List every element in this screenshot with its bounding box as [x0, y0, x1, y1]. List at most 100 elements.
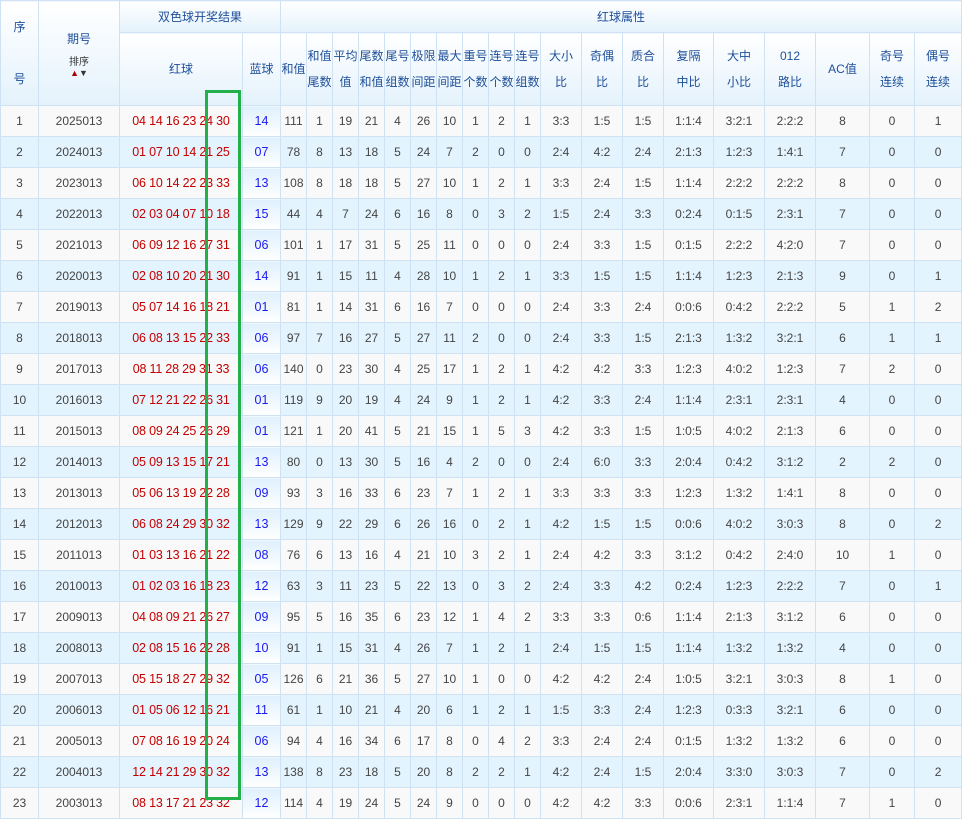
period-cell: 2010013 [38, 570, 120, 602]
attr-cell: 0 [914, 601, 962, 633]
attr-cell: 3:3 [581, 229, 624, 261]
period-cell: 2019013 [38, 291, 120, 323]
attr-cell: 2:1:3 [663, 136, 715, 168]
attr-cell: 114 [280, 787, 308, 819]
blue-ball-cell: 08 [241, 539, 282, 571]
attr-cell: 2 [462, 446, 490, 478]
attr-cell: 9 [436, 384, 464, 416]
header-attr-label: 奇偶 [590, 49, 615, 64]
seq-cell: 15 [0, 539, 39, 571]
attr-cell: 1:5 [622, 322, 665, 354]
attr-cell: 129 [280, 508, 308, 540]
red-balls-cell: 05 06 13 19 22 28 [119, 477, 243, 509]
attr-cell: 2:4 [622, 384, 665, 416]
attr-cell: 3:3 [581, 322, 624, 354]
red-balls-cell: 07 12 21 22 26 31 [119, 384, 243, 416]
attr-cell: 3:3 [540, 105, 583, 137]
attr-cell: 1 [306, 291, 334, 323]
attr-cell: 1 [514, 756, 542, 788]
sort-asc-icon[interactable]: ▲ [70, 68, 79, 78]
sort-desc-icon[interactable]: ▼ [79, 68, 88, 78]
attr-cell: 4:2 [540, 663, 583, 695]
table-row: 14 2012013 06 08 24 29 30 32 13 129 9 22 29 6 26 1… [0, 508, 962, 540]
attr-cell: 61 [280, 694, 308, 726]
attr-cell: 1 [914, 570, 962, 602]
header-attr-label: 连号 [515, 49, 540, 64]
attr-cell: 5 [306, 601, 334, 633]
attr-cell: 19 [358, 384, 386, 416]
attr-cell: 2 [869, 353, 916, 385]
attr-cell: 10 [815, 539, 871, 571]
attr-cell: 15 [332, 632, 360, 664]
attr-cell: 2 [488, 477, 516, 509]
red-balls-cell: 06 10 14 22 23 33 [119, 167, 243, 199]
seq-cell: 1 [0, 105, 39, 137]
attr-cell: 8 [306, 756, 334, 788]
attr-cell: 1:4:1 [764, 136, 817, 168]
header-attr-label: AC值 [828, 62, 857, 77]
attr-cell: 76 [280, 539, 308, 571]
attr-cell: 21 [358, 105, 386, 137]
attr-cell: 91 [280, 260, 308, 292]
header-attr-0: 和值 [280, 32, 308, 106]
blue-ball-cell: 14 [241, 105, 282, 137]
table-row: 18 2008013 02 08 15 16 22 28 10 91 1 15 31 4 26 7 1… [0, 632, 962, 664]
attr-cell: 0 [514, 663, 542, 695]
attr-cell: 30 [358, 353, 386, 385]
blue-ball-cell: 12 [241, 787, 282, 819]
attr-cell: 2:4 [622, 725, 665, 757]
attr-cell: 0 [914, 136, 962, 168]
blue-ball-cell: 10 [241, 632, 282, 664]
table-row: 22 2004013 12 14 21 29 30 32 13 138 8 23 18 5 20 8… [0, 756, 962, 788]
attr-cell: 1 [306, 415, 334, 447]
attr-cell: 0 [306, 353, 334, 385]
attr-cell: 4:0:2 [713, 415, 766, 447]
attr-cell: 11 [358, 260, 386, 292]
attr-cell: 0 [488, 322, 516, 354]
attr-cell: 21 [410, 415, 438, 447]
attr-cell: 2:4 [581, 725, 624, 757]
attr-cell: 1:2:3 [663, 353, 715, 385]
attr-cell: 5 [384, 663, 412, 695]
attr-cell: 2 [488, 167, 516, 199]
attr-cell: 3:2:1 [764, 322, 817, 354]
attr-cell: 1:3:2 [764, 725, 817, 757]
attr-cell: 0 [869, 384, 916, 416]
attr-cell: 2:4 [540, 570, 583, 602]
header-attr-label: 个数 [489, 75, 514, 90]
attr-cell: 2:1:3 [713, 601, 766, 633]
sort-button[interactable]: 排序 ▲▼ [40, 57, 119, 78]
seq-cell: 18 [0, 632, 39, 664]
attr-cell: 31 [358, 632, 386, 664]
attr-cell: 0 [869, 136, 916, 168]
attr-cell: 1:4:1 [764, 477, 817, 509]
attr-cell: 5 [384, 136, 412, 168]
attr-cell: 0 [488, 446, 516, 478]
table-row: 21 2005013 07 08 16 19 20 24 06 94 4 16 34 6 17 8 0… [0, 725, 962, 757]
attr-cell: 0:6 [622, 601, 665, 633]
attr-cell: 9 [815, 260, 871, 292]
blue-ball-cell: 06 [241, 725, 282, 757]
red-balls-cell: 05 09 13 15 17 21 [119, 446, 243, 478]
attr-cell: 1 [914, 105, 962, 137]
seq-cell: 21 [0, 725, 39, 757]
attr-cell: 3:2:1 [713, 663, 766, 695]
attr-cell: 19 [332, 787, 360, 819]
red-balls-cell: 01 03 13 16 21 22 [119, 539, 243, 571]
blue-ball-cell: 13 [241, 508, 282, 540]
attr-cell: 27 [410, 167, 438, 199]
attr-cell: 3:0:3 [764, 663, 817, 695]
attr-cell: 1:5 [581, 260, 624, 292]
attr-cell: 4:2 [581, 787, 624, 819]
attr-cell: 1:1:4 [663, 105, 715, 137]
seq-cell: 20 [0, 694, 39, 726]
attr-cell: 1 [462, 663, 490, 695]
attr-cell: 4:2 [540, 756, 583, 788]
attr-cell: 8 [815, 105, 871, 137]
blue-ball-cell: 01 [241, 415, 282, 447]
period-cell: 2021013 [38, 229, 120, 261]
attr-cell: 5 [384, 787, 412, 819]
attr-cell: 140 [280, 353, 308, 385]
attr-cell: 8 [815, 477, 871, 509]
attr-cell: 0 [462, 725, 490, 757]
